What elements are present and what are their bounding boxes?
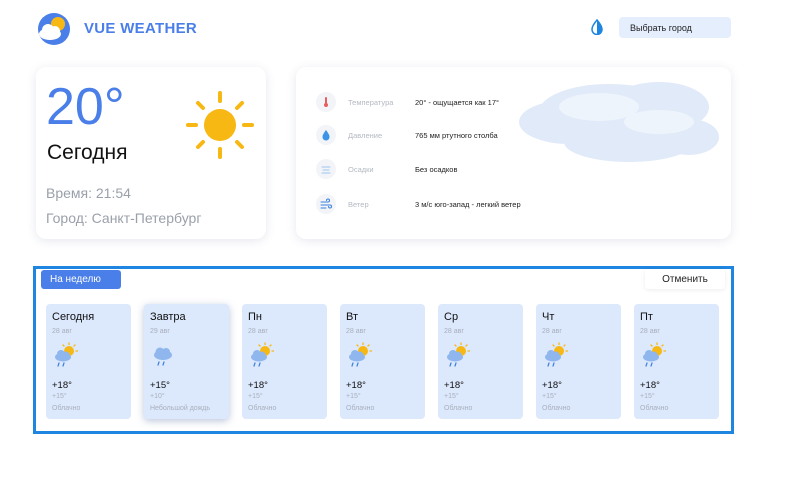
day-max-temp: +15° [150, 380, 170, 391]
day-card-fri[interactable]: Пт 28 авг +18° +15° Облачно [634, 304, 719, 419]
day-card-wed[interactable]: Ср 28 авг +18° +15° Облачно [438, 304, 523, 419]
day-card-tomorrow[interactable]: Завтра 29 авг +15° +10° Небольшой дождь [144, 304, 229, 419]
partly-cloudy-rain-icon [545, 342, 569, 367]
day-max-temp: +18° [52, 380, 72, 391]
day-description: Облачно [640, 405, 669, 412]
day-date: 29 авг [150, 328, 170, 335]
partly-cloudy-rain-icon [55, 342, 79, 367]
day-card-mon[interactable]: Пн 28 авг +18° +15° Облачно [242, 304, 327, 419]
day-description: Облачно [346, 405, 375, 412]
day-date: 28 авг [52, 328, 72, 335]
day-max-temp: +18° [248, 380, 268, 391]
detail-row-temperature: Температура 20° - ощущается как 17° [316, 92, 500, 112]
day-min-temp: +15° [542, 393, 557, 400]
partly-cloudy-rain-icon [349, 342, 373, 367]
wind-icon [316, 194, 336, 214]
rain-cloud-icon [154, 347, 172, 366]
day-max-temp: +18° [542, 380, 562, 391]
current-time: Время: 21:54 [46, 185, 131, 201]
current-temperature: 20° [46, 78, 125, 136]
pressure-drop-icon [316, 125, 336, 145]
day-card-tue[interactable]: Вт 28 авг +18° +15° Облачно [340, 304, 425, 419]
day-name: Вт [346, 311, 359, 323]
cloud-background-icon [519, 82, 719, 162]
partly-cloudy-rain-icon [447, 342, 471, 367]
day-description: Небольшой дождь [150, 405, 211, 412]
sun-cloud-logo-icon [36, 12, 72, 46]
day-description: Облачно [444, 405, 473, 412]
day-card-thu[interactable]: Чт 28 авг +18° +15° Облачно [536, 304, 621, 419]
detail-value: 20° - ощущается как 17° [415, 97, 500, 107]
detail-name: Давление [348, 130, 383, 140]
day-card-today[interactable]: Сегодня 28 авг +18° +15° Облачно [46, 304, 131, 419]
day-min-temp: +15° [52, 393, 67, 400]
day-name: Пт [640, 311, 653, 323]
detail-row-precipitation: Осадки Без осадков [316, 159, 458, 179]
day-min-temp: +10° [150, 393, 165, 400]
day-date: 28 авг [444, 328, 464, 335]
today-label: Сегодня [47, 141, 128, 164]
day-description: Облачно [248, 405, 277, 412]
detail-row-pressure: Давление 765 мм ртутного столба [316, 125, 498, 145]
tab-week[interactable]: На неделю [41, 270, 121, 289]
day-date: 28 авг [248, 328, 268, 335]
partly-cloudy-rain-icon [251, 342, 275, 367]
day-name: Пн [248, 311, 262, 323]
day-name: Сегодня [52, 311, 95, 323]
day-date: 28 авг [542, 328, 562, 335]
day-name: Завтра [150, 311, 186, 323]
contrast-toggle-icon[interactable] [589, 18, 605, 36]
day-max-temp: +18° [346, 380, 366, 391]
day-min-temp: +15° [444, 393, 459, 400]
day-description: Облачно [52, 405, 81, 412]
day-max-temp: +18° [640, 380, 660, 391]
detail-name: Ветер [348, 199, 369, 209]
detail-row-wind: Ветер 3 м/с юго-запад - легкий ветер [316, 194, 521, 214]
week-forecast-section: На неделю Отменить Сегодня 28 авг +18° +… [33, 266, 734, 434]
detail-name: Осадки [348, 164, 374, 174]
day-min-temp: +15° [346, 393, 361, 400]
day-date: 28 авг [640, 328, 660, 335]
today-card: 20° Сегодня Время: 21:54 Город: Санкт-Пе… [36, 67, 266, 239]
day-max-temp: +18° [444, 380, 464, 391]
day-min-temp: +15° [248, 393, 263, 400]
day-description: Облачно [542, 405, 571, 412]
brand-title: VUE WEATHER [84, 20, 198, 37]
day-name: Чт [542, 311, 555, 323]
precipitation-icon [316, 159, 336, 179]
partly-cloudy-rain-icon [643, 342, 667, 367]
day-date: 28 авг [346, 328, 366, 335]
current-city: Город: Санкт-Петербург [46, 210, 202, 226]
select-city-button[interactable]: Выбрать город [619, 17, 731, 38]
detail-value: Без осадков [415, 164, 458, 174]
detail-value: 3 м/с юго-запад - легкий ветер [415, 199, 521, 209]
day-min-temp: +15° [640, 393, 655, 400]
detail-name: Температура [348, 97, 394, 107]
sun-icon [184, 89, 256, 161]
weather-details-card: Температура 20° - ощущается как 17° Давл… [296, 67, 731, 239]
day-name: Ср [444, 311, 459, 323]
thermometer-icon [316, 92, 336, 112]
detail-value: 765 мм ртутного столба [415, 130, 498, 140]
cancel-button[interactable]: Отменить [645, 269, 725, 289]
